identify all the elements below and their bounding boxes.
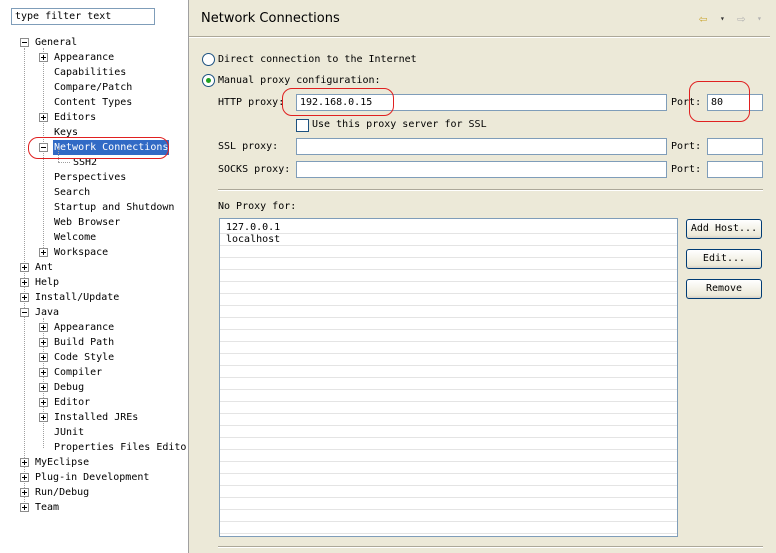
tree-label: General	[35, 37, 78, 48]
collapse-icon[interactable]	[39, 143, 48, 152]
tree-label: Help	[35, 277, 60, 288]
tree-label: Capabilities	[54, 67, 127, 78]
expand-icon[interactable]	[39, 113, 48, 122]
tree-label: Plug-in Development	[35, 472, 150, 483]
edit-button[interactable]: Edit...	[686, 249, 762, 269]
manual-proxy-label: Manual proxy configuration:	[218, 75, 381, 86]
tree-label: MyEclipse	[35, 457, 90, 468]
preference-page: Network Connections ⇦ ▾ ⇨ ▾ Direct conne…	[189, 0, 776, 553]
use-for-ssl-label: Use this proxy server for SSL	[312, 119, 487, 130]
tree-label: Compiler	[54, 367, 103, 378]
http-port-field[interactable]: 80	[707, 94, 763, 111]
ssl-port-field[interactable]	[707, 138, 763, 155]
tree-label: Debug	[54, 382, 85, 393]
tree-label: Java	[35, 307, 60, 318]
expand-icon[interactable]	[20, 293, 29, 302]
no-proxy-list[interactable]: 127.0.0.1 localhost	[219, 218, 678, 537]
tree-label: Editor	[54, 397, 91, 408]
tree-label: Network Connections	[53, 140, 170, 155]
tree-label: Properties Files Edito	[54, 442, 187, 453]
ssl-proxy-label: SSL proxy:	[218, 141, 279, 152]
tree-label: Search	[54, 187, 91, 198]
back-arrow-icon[interactable]: ⇦	[699, 10, 707, 28]
chevron-down-icon[interactable]: ▾	[757, 10, 762, 28]
tree-label: Build Path	[54, 337, 115, 348]
tree-label: Team	[35, 502, 60, 513]
expand-icon[interactable]	[39, 323, 48, 332]
radio-unchecked-icon[interactable]	[202, 53, 215, 66]
section-separator	[218, 189, 763, 191]
ssl-port-label: Port:	[671, 141, 702, 152]
socks-proxy-label: SOCKS proxy:	[218, 164, 291, 175]
expand-icon[interactable]	[20, 503, 29, 512]
tree-connector	[58, 162, 70, 163]
tree-label: JUnit	[54, 427, 85, 438]
expand-icon[interactable]	[20, 278, 29, 287]
bottom-separator	[218, 546, 763, 548]
tree-label: Welcome	[54, 232, 97, 243]
tree-label: SSH2	[73, 157, 98, 168]
list-item[interactable]: 127.0.0.1	[226, 222, 280, 234]
socks-port-label: Port:	[671, 164, 702, 175]
expand-icon[interactable]	[39, 398, 48, 407]
tree-label: Keys	[54, 127, 79, 138]
tree-label: Appearance	[54, 52, 115, 63]
tree-label: Appearance	[54, 322, 115, 333]
expand-icon[interactable]	[39, 53, 48, 62]
expand-icon[interactable]	[20, 263, 29, 272]
socks-proxy-field[interactable]	[296, 161, 667, 178]
title-separator	[189, 36, 770, 38]
expand-icon[interactable]	[39, 413, 48, 422]
tree-label: Install/Update	[35, 292, 120, 303]
page-title: Network Connections	[201, 11, 340, 26]
use-for-ssl-checkbox[interactable]	[296, 119, 309, 132]
collapse-icon[interactable]	[20, 308, 29, 317]
tree-label: Content Types	[54, 97, 133, 108]
tree-label: Run/Debug	[35, 487, 90, 498]
chevron-down-icon[interactable]: ▾	[720, 10, 725, 28]
tree-label: Perspectives	[54, 172, 127, 183]
filter-input[interactable]	[11, 8, 155, 25]
radio-checked-icon[interactable]	[202, 74, 215, 87]
tree-connector	[58, 148, 59, 162]
list-item[interactable]: localhost	[226, 234, 280, 246]
http-proxy-label: HTTP proxy:	[218, 97, 285, 108]
expand-icon[interactable]	[39, 353, 48, 362]
expand-icon[interactable]	[39, 368, 48, 377]
socks-port-field[interactable]	[707, 161, 763, 178]
forward-arrow-icon[interactable]: ⇨	[737, 10, 745, 28]
no-proxy-label: No Proxy for:	[218, 201, 297, 212]
tree-label: Compare/Patch	[54, 82, 133, 93]
expand-icon[interactable]	[20, 473, 29, 482]
collapse-icon[interactable]	[20, 38, 29, 47]
tree-label: Startup and Shutdown	[54, 202, 175, 213]
remove-button[interactable]: Remove	[686, 279, 762, 299]
expand-icon[interactable]	[39, 248, 48, 257]
http-proxy-field[interactable]: 192.168.0.15	[296, 94, 667, 111]
expand-icon[interactable]	[39, 383, 48, 392]
add-host-button[interactable]: Add Host...	[686, 219, 762, 239]
tree-label: Code Style	[54, 352, 115, 363]
expand-icon[interactable]	[20, 488, 29, 497]
http-port-label: Port:	[671, 97, 702, 108]
expand-icon[interactable]	[20, 458, 29, 467]
tree-label: Web Browser	[54, 217, 121, 228]
direct-connection-label: Direct connection to the Internet	[218, 54, 417, 65]
ssl-proxy-field[interactable]	[296, 138, 667, 155]
expand-icon[interactable]	[39, 338, 48, 347]
tree-label: Workspace	[54, 247, 109, 258]
tree-label: Ant	[35, 262, 54, 273]
tree-label: Installed JREs	[54, 412, 139, 423]
preferences-tree-pane: General Appearance Capabilities Compare/…	[0, 0, 189, 553]
tree-label: Editors	[54, 112, 97, 123]
